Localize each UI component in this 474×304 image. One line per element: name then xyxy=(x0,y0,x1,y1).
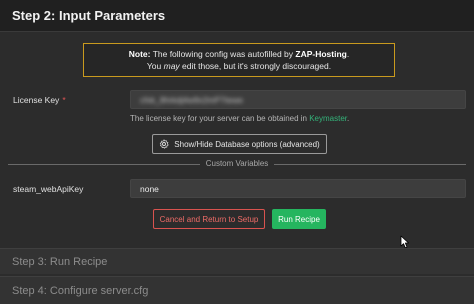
step4-title: Step 4: Configure server.cfg xyxy=(12,284,149,297)
notice-brand: ZAP-Hosting xyxy=(295,49,347,59)
step3-title: Step 3: Run Recipe xyxy=(12,255,108,268)
required-mark: * xyxy=(62,95,66,105)
notice-line2-part1: You xyxy=(146,61,164,71)
custom-variables-heading-text: Custom Variables xyxy=(199,159,275,168)
notice-line2-part2: edit those, but it's strongly discourage… xyxy=(179,61,332,71)
notice-line2-em: may xyxy=(163,61,180,71)
steam-api-key-label: steam_webApiKey xyxy=(13,184,84,194)
notice-line-2: You may edit those, but it's strongly di… xyxy=(84,60,394,72)
run-recipe-button[interactable]: Run Recipe xyxy=(272,209,326,229)
step2-header[interactable]: Step 2: Input Parameters xyxy=(0,0,474,32)
steam-api-key-input[interactable]: none xyxy=(130,179,466,198)
license-key-label: License Key * xyxy=(13,95,66,105)
notice-bold-prefix: Note: xyxy=(128,49,151,59)
notice-text-part1: The following config was autofilled by xyxy=(150,49,296,59)
toggle-database-options-label: Show/Hide Database options (advanced) xyxy=(174,139,320,149)
cancel-return-setup-button[interactable]: Cancel and Return to Setup xyxy=(153,209,265,229)
license-key-label-text: License Key xyxy=(13,95,60,105)
step2-title: Step 2: Input Parameters xyxy=(12,8,166,23)
steam-api-key-value: none xyxy=(140,183,159,194)
step4-header[interactable]: Step 4: Configure server.cfg xyxy=(0,276,474,304)
license-key-help-suffix: . xyxy=(347,114,350,123)
gear-icon xyxy=(160,139,169,149)
license-key-input[interactable]: cfxk_8hrkdj4w9x2mP7tewe xyxy=(130,90,466,109)
toggle-database-options-button[interactable]: Show/Hide Database options (advanced) xyxy=(152,134,327,154)
step3-header[interactable]: Step 3: Run Recipe xyxy=(0,248,474,274)
license-key-value: cfxk_8hrkdj4w9x2mP7tewe xyxy=(140,94,243,105)
autofill-notice: Note: The following config was autofille… xyxy=(83,43,395,77)
recipe-deployer-page: Step 2: Input Parameters Note: The follo… xyxy=(0,0,474,304)
license-key-help: The license key for your server can be o… xyxy=(130,114,349,123)
license-key-help-text: The license key for your server can be o… xyxy=(130,114,310,123)
custom-variables-heading: Custom Variables xyxy=(0,159,474,168)
notice-line-1: Note: The following config was autofille… xyxy=(84,48,394,60)
notice-text-part2: . xyxy=(346,49,350,59)
keymaster-link[interactable]: Keymaster xyxy=(309,114,347,123)
mouse-pointer-icon xyxy=(400,235,409,249)
